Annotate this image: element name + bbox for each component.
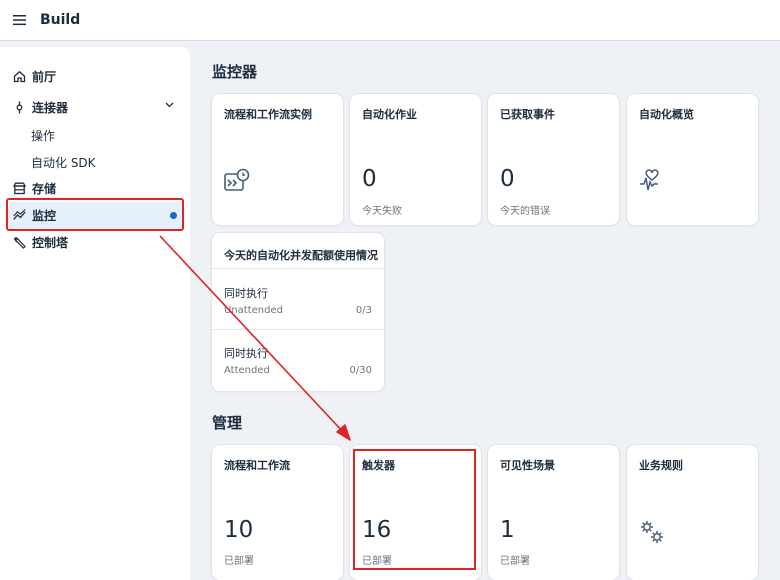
card-title: 自动化作业 bbox=[362, 108, 417, 121]
gears-icon bbox=[641, 521, 663, 543]
concurrency-count: 0/3 bbox=[355, 305, 372, 316]
card-title: 今天的自动化并发配额使用情况 bbox=[224, 249, 378, 262]
card-subtitle: 今天的错误 bbox=[500, 206, 550, 217]
annotation-highlight-box bbox=[6, 198, 184, 231]
heart-pulse-icon bbox=[640, 169, 659, 191]
section-title-manage: 管理 bbox=[212, 414, 243, 432]
section-title-monitor: 监控器 bbox=[212, 63, 258, 81]
card-subtitle: 已部署 bbox=[224, 556, 254, 567]
card-acquired-events[interactable]: 已获取事件 0 今天的错误 bbox=[488, 94, 619, 225]
sidebar-item-home[interactable]: 前厅 bbox=[8, 63, 184, 90]
app-header: Build bbox=[0, 0, 780, 41]
concurrency-mode: Unattended bbox=[224, 305, 283, 316]
menu-button[interactable] bbox=[0, 0, 40, 41]
card-title: 流程和工作流实例 bbox=[224, 108, 312, 121]
wrench-icon bbox=[12, 236, 26, 250]
sidebar bbox=[0, 47, 190, 580]
card-automation-jobs[interactable]: 自动化作业 0 今天失败 bbox=[350, 94, 481, 225]
concurrency-label: 同时执行 bbox=[224, 347, 268, 360]
card-value: 10 bbox=[224, 517, 254, 543]
chevron-down-icon[interactable] bbox=[165, 102, 174, 108]
annotation-red-rectangle bbox=[353, 449, 476, 570]
home-icon bbox=[12, 70, 26, 84]
card-visibility-scenarios[interactable]: 可见性场景 1 已部署 bbox=[488, 445, 619, 580]
connector-icon bbox=[12, 101, 26, 115]
sidebar-item-label: 前厅 bbox=[32, 70, 57, 84]
sidebar-item-connectors[interactable]: 连接器 bbox=[8, 94, 184, 121]
card-automation-overview[interactable]: 自动化概览 bbox=[627, 94, 758, 225]
card-title: 已获取事件 bbox=[500, 108, 555, 121]
divider bbox=[212, 329, 384, 330]
app-title: Build bbox=[40, 12, 81, 28]
process-instance-icon bbox=[224, 168, 250, 191]
card-subtitle: 今天失败 bbox=[362, 206, 402, 217]
card-title: 业务规则 bbox=[639, 459, 683, 472]
concurrency-label: 同时执行 bbox=[224, 287, 268, 300]
sidebar-item-control-tower[interactable]: 控制塔 bbox=[8, 229, 184, 256]
sidebar-item-label: 存储 bbox=[32, 182, 57, 196]
card-subtitle: 已部署 bbox=[500, 556, 530, 567]
card-title: 可见性场景 bbox=[500, 459, 555, 472]
sidebar-item-label: 控制塔 bbox=[32, 236, 69, 250]
card-title: 自动化概览 bbox=[639, 108, 694, 121]
card-business-rules[interactable]: 业务规则 bbox=[627, 445, 758, 580]
sidebar-subitem-automation-sdk[interactable]: 自动化 SDK bbox=[31, 152, 96, 172]
sidebar-item-label: 连接器 bbox=[32, 101, 69, 115]
storage-icon bbox=[12, 182, 26, 196]
card-value: 0 bbox=[362, 166, 377, 192]
divider bbox=[212, 268, 384, 269]
card-value: 0 bbox=[500, 166, 515, 192]
card-concurrency-quota[interactable]: 今天的自动化并发配额使用情况 同时执行 Unattended 0/3 同时执行 … bbox=[212, 233, 384, 391]
concurrency-mode: Attended bbox=[224, 365, 270, 376]
card-value: 1 bbox=[500, 517, 515, 543]
sidebar-subitem-operations[interactable]: 操作 bbox=[31, 125, 55, 145]
concurrency-count: 0/30 bbox=[349, 365, 372, 376]
card-process-instances[interactable]: 流程和工作流实例 bbox=[212, 94, 343, 225]
card-process-workflows[interactable]: 流程和工作流 10 已部署 bbox=[212, 445, 343, 580]
card-title: 流程和工作流 bbox=[224, 459, 290, 472]
hamburger-icon bbox=[13, 15, 26, 26]
